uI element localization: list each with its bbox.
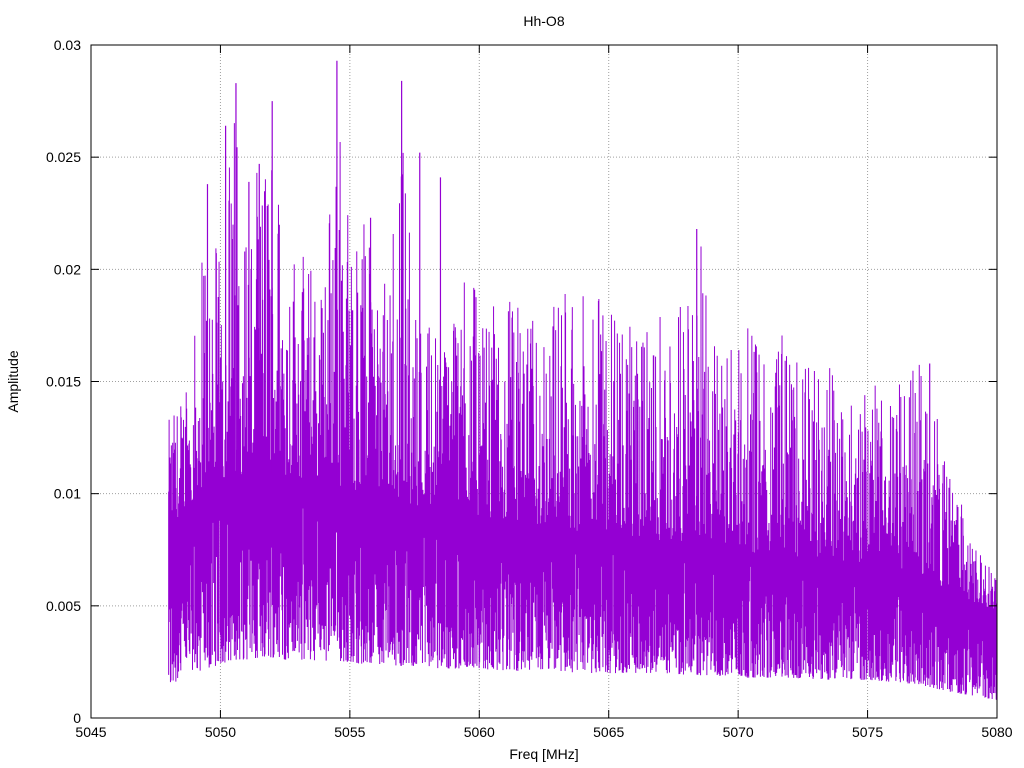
y-tick-label: 0.015 xyxy=(46,374,81,390)
x-tick-label: 5075 xyxy=(852,724,883,740)
y-axis-label: Amplitude xyxy=(5,350,21,412)
x-tick-label: 5065 xyxy=(593,724,624,740)
chart-title: Hh-O8 xyxy=(523,13,564,29)
x-tick-label: 5080 xyxy=(981,724,1012,740)
x-tick-label: 5050 xyxy=(205,724,236,740)
x-tick-label: 5060 xyxy=(464,724,495,740)
y-tick-label: 0 xyxy=(73,710,81,726)
y-tick-label: 0.03 xyxy=(54,37,81,53)
x-tick-label: 5070 xyxy=(723,724,754,740)
x-tick-label: 5045 xyxy=(75,724,106,740)
y-tick-label: 0.01 xyxy=(54,486,81,502)
x-axis-label: Freq [MHz] xyxy=(509,746,578,762)
y-tick-label: 0.005 xyxy=(46,598,81,614)
y-tick-label: 0.025 xyxy=(46,149,81,165)
y-tick-label: 0.02 xyxy=(54,261,81,277)
spectrum-chart: 5045 5050 5055 5060 5065 5070 5075 5080 0 0.005 0.… xyxy=(0,0,1024,768)
x-tick-label: 5055 xyxy=(334,724,365,740)
